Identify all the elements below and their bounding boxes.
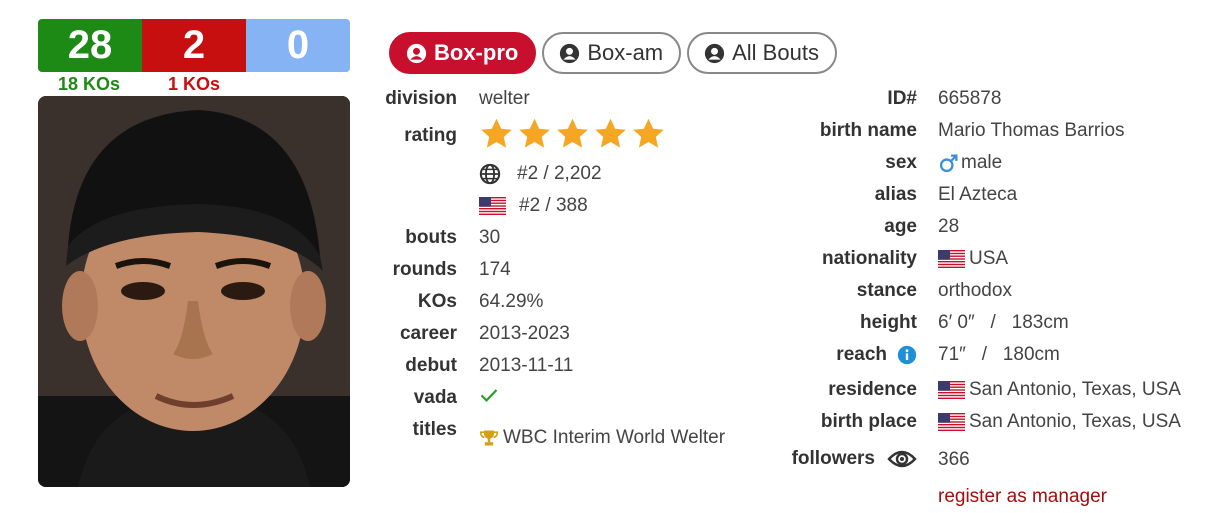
boxer-portrait-image <box>38 96 350 487</box>
star-icon <box>557 118 588 148</box>
info-icon[interactable] <box>897 345 917 365</box>
birth-place-text: San Antonio, Texas, USA <box>969 411 1181 432</box>
tab-box-pro[interactable]: Box-pro <box>389 32 537 74</box>
rounds-value: 174 <box>479 259 511 280</box>
nationality-text: USA <box>969 248 1009 269</box>
user-circle-icon <box>705 43 725 63</box>
sex-label: sex <box>885 152 917 173</box>
rating-stars <box>479 116 666 152</box>
draws-count: 0 <box>246 19 350 72</box>
eye-icon[interactable] <box>887 447 917 471</box>
id-value: 665878 <box>938 88 1002 109</box>
star-icon <box>481 118 512 148</box>
record-tabs: Box-pro Box-am All Bouts <box>389 32 837 74</box>
losses-count: 2 <box>142 19 246 72</box>
residence-value[interactable]: San Antonio, Texas, USA <box>938 379 1181 401</box>
tab-all-bouts[interactable]: All Bouts <box>687 32 837 74</box>
usa-flag-icon <box>479 197 506 215</box>
alias-value: El Azteca <box>938 184 1018 205</box>
trophy-icon <box>479 430 499 446</box>
male-icon <box>939 153 958 172</box>
birth-name-label: birth name <box>819 120 917 141</box>
tab-label: Box-pro <box>434 40 519 65</box>
reach-value: 71″ / 180cm <box>938 344 1060 365</box>
nationality-value[interactable]: USA <box>938 248 1008 270</box>
kos-value: 64.29% <box>479 291 544 312</box>
vada-value <box>479 385 499 405</box>
division-value: welter <box>479 88 530 109</box>
vada-label: vada <box>413 387 457 408</box>
followers-label: followers <box>791 448 875 469</box>
birth-name-value: Mario Thomas Barrios <box>938 120 1125 141</box>
stance-value: orthodox <box>938 280 1012 301</box>
career-label: career <box>399 323 457 344</box>
alias-label: alias <box>874 184 917 205</box>
usa-flag-icon <box>938 413 965 431</box>
division-label: division <box>385 88 457 109</box>
globe-icon <box>479 163 501 185</box>
followers-value: 366 <box>938 449 970 470</box>
title-value: WBC Interim World Welter <box>503 427 726 448</box>
sex-text: male <box>961 152 1003 173</box>
residence-text: San Antonio, Texas, USA <box>969 379 1181 400</box>
record-bar: 28 2 0 <box>38 19 350 72</box>
tab-label: Box-am <box>587 40 664 65</box>
loss-kos: 1 KOs <box>168 74 221 94</box>
wins-count: 28 <box>38 19 142 72</box>
star-icon <box>519 118 550 148</box>
boxer-photo <box>38 96 350 487</box>
world-rank-value: #2 / 2,202 <box>517 163 602 184</box>
stance-label: stance <box>856 280 917 301</box>
debut-label: debut <box>405 355 457 376</box>
win-kos: 18 KOs <box>58 74 121 94</box>
nationality-label: nationality <box>821 248 917 269</box>
world-rank[interactable]: #2 / 2,202 <box>479 163 602 185</box>
reach-label-group: reach <box>836 344 917 366</box>
usa-flag-icon <box>938 250 965 268</box>
user-circle-icon <box>406 43 427 63</box>
height-label: height <box>860 312 917 333</box>
career-value: 2013-2023 <box>479 323 570 344</box>
country-rank[interactable]: #2 / 388 <box>479 195 588 217</box>
kos-label: KOs <box>417 291 457 312</box>
age-label: age <box>884 216 917 237</box>
tab-label: All Bouts <box>732 40 819 65</box>
usa-flag-icon <box>938 381 965 399</box>
sex-value: male <box>938 152 1002 174</box>
bouts-value: 30 <box>479 227 501 248</box>
title-item[interactable]: WBC Interim World Welter <box>479 427 725 449</box>
star-icon <box>595 118 626 148</box>
birth-place-label: birth place <box>820 411 917 432</box>
birth-place-value[interactable]: San Antonio, Texas, USA <box>938 411 1181 433</box>
tab-box-am[interactable]: Box-am <box>542 32 682 74</box>
height-value: 6′ 0″ / 183cm <box>938 312 1069 333</box>
country-rank-value: #2 / 388 <box>519 195 588 216</box>
check-icon <box>480 389 498 402</box>
rounds-label: rounds <box>392 259 457 280</box>
residence-label: residence <box>828 379 917 400</box>
user-circle-icon <box>560 43 580 63</box>
debut-value: 2013-11-11 <box>479 355 574 376</box>
star-icon <box>633 118 664 148</box>
id-label: ID# <box>887 88 917 109</box>
followers-label-group: followers <box>792 447 917 471</box>
rating-label: rating <box>404 125 457 146</box>
reach-label: reach <box>836 344 887 365</box>
age-value: 28 <box>938 216 960 237</box>
bouts-label: bouts <box>405 227 457 248</box>
titles-label: titles <box>412 419 457 440</box>
register-as-manager-link[interactable]: register as manager <box>938 486 1107 508</box>
